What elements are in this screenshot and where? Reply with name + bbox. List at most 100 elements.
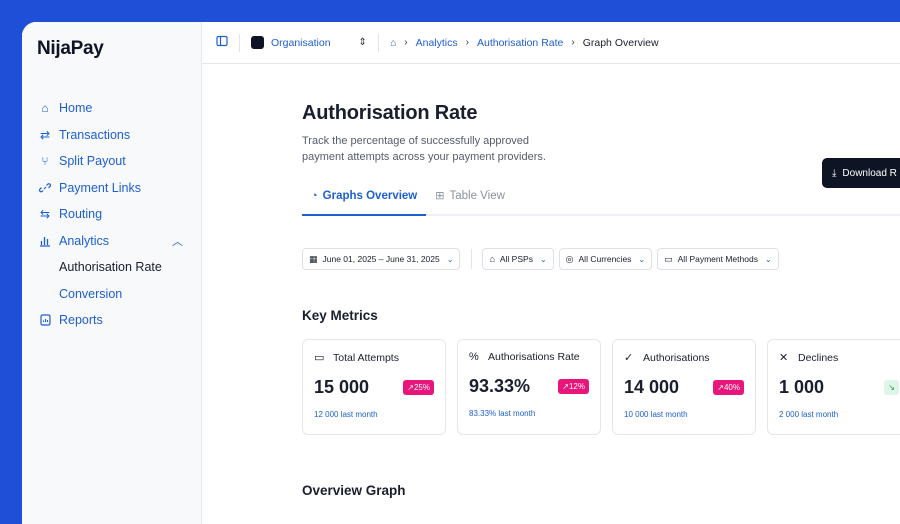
table-icon: ⊞: [435, 190, 445, 202]
org-avatar: [251, 36, 264, 49]
change-badge: ↗25%: [403, 380, 434, 395]
chevron-down-icon: ⌄: [638, 254, 646, 264]
metric-label: Authorisations Rate: [488, 351, 580, 363]
split-icon: ⑂: [41, 154, 49, 169]
bank-icon: ⌂: [489, 254, 495, 264]
report-icon: [37, 314, 53, 326]
metric-cards: ▭ Total Attempts 15 000 ↗25% 12 000 last …: [302, 339, 900, 435]
metric-card-authorisations-rate: % Authorisations Rate 93.33% ↗12% 83.33% …: [457, 339, 601, 435]
change-badge: ↗40%: [713, 380, 744, 395]
chevron-right-icon: ›: [571, 37, 575, 48]
sidebar-item-payment-links[interactable]: Payment Links: [37, 175, 201, 202]
metric-comparison: 2 000 last month: [779, 410, 839, 419]
selector-icon[interactable]: ⇕: [359, 37, 367, 48]
sidebar-item-label: Home: [59, 101, 93, 116]
sidebar-item-home[interactable]: ⌂ Home: [37, 95, 201, 122]
metric-card-total-attempts: ▭ Total Attempts 15 000 ↗25% 12 000 last …: [302, 339, 446, 435]
chevron-down-icon: ⌄: [446, 254, 454, 264]
psp-value: All PSPs: [499, 254, 533, 264]
metric-comparison: 83.33% last month: [469, 409, 536, 418]
metric-value: 1 000: [779, 377, 825, 397]
payment-method-value: All Payment Methods: [677, 254, 758, 264]
chart-bar-icon: [37, 235, 53, 247]
metric-value: 15 000: [314, 377, 370, 397]
metric-comparison: 10 000 last month: [624, 410, 688, 419]
date-range-value: June 01, 2025 – June 31, 2025: [322, 254, 440, 264]
page-title: Authorisation Rate: [302, 102, 478, 124]
top-bar: Organisation ⇕ ⌂ › Analytics › Authorisa…: [202, 22, 900, 64]
sidebar-item-label: Analytics: [59, 233, 110, 248]
link-icon: [37, 182, 53, 194]
sidebar-item-label: Reports: [59, 313, 103, 328]
home-icon[interactable]: ⌂: [390, 37, 396, 49]
sidebar-item-label: Conversion: [59, 286, 123, 301]
logo: NijaPay: [37, 38, 104, 59]
arrows-exchange-icon: ⇄: [39, 127, 51, 142]
payment-method-filter[interactable]: ▭ All Payment Methods ⌄: [657, 248, 779, 270]
sidebar-item-routing[interactable]: ⇆ Routing: [37, 201, 201, 228]
metric-comparison: 12 000 last month: [314, 410, 378, 419]
sidebar-item-transactions[interactable]: ⇄ Transactions: [37, 122, 201, 149]
date-range-filter[interactable]: ▦ June 01, 2025 – June 31, 2025 ⌄: [302, 248, 461, 270]
sidebar-item-authorisation-rate[interactable]: Authorisation Rate: [37, 254, 201, 281]
sidebar-item-label: Authorisation Rate: [59, 260, 162, 275]
filter-bar: ▦ June 01, 2025 – June 31, 2025 ⌄ ⌂ All …: [302, 248, 900, 270]
breadcrumb-analytics[interactable]: Analytics: [416, 37, 458, 49]
check-icon: ✓: [624, 352, 634, 364]
routing-icon: ⇆: [39, 207, 51, 222]
breadcrumb-authorisation-rate[interactable]: Authorisation Rate: [477, 37, 563, 49]
metric-label: Declines: [798, 351, 839, 364]
chevron-down-icon: ⌄: [539, 254, 547, 264]
download-label: Download R: [842, 167, 897, 179]
tab-label: Table View: [449, 189, 505, 202]
tab-label: Graphs Overview: [322, 189, 418, 202]
breadcrumb: ⌂ › Analytics › Authorisation Rate › Gra…: [390, 37, 659, 49]
main-area: Organisation ⇕ ⌂ › Analytics › Authorisa…: [202, 22, 900, 524]
card-icon: ▭: [314, 352, 325, 364]
app-window: NijaPay ⌂ Home ⇄ Transactions ⑂ Split Pa…: [22, 22, 900, 524]
sidebar-item-split-payout[interactable]: ⑂ Split Payout: [37, 148, 201, 175]
divider: [239, 33, 240, 52]
chevron-down-icon: ⌄: [764, 254, 772, 264]
coins-icon: ◎: [565, 253, 574, 264]
psp-filter[interactable]: ⌂ All PSPs ⌄: [482, 248, 554, 270]
chevron-up-icon[interactable]: ︿: [172, 233, 183, 249]
sidebar-item-analytics[interactable]: Analytics ︿: [37, 228, 201, 255]
download-icon: ⤓: [832, 167, 837, 179]
home-icon: ⌂: [41, 101, 49, 116]
metric-card-authorisations: ✓ Authorisations 14 000 ↗40% 10 000 last …: [612, 339, 756, 435]
metric-value: 14 000: [624, 377, 680, 397]
page-description: Track the percentage of successfully app…: [302, 135, 546, 163]
tab-table-view[interactable]: ⊞ Table View: [426, 189, 514, 214]
percent-icon: %: [469, 351, 479, 363]
divider: [377, 33, 379, 52]
org-name[interactable]: Organisation: [271, 37, 331, 49]
metric-label: Total Attempts: [333, 351, 399, 364]
tab-graphs-overview[interactable]: ◔ Graphs Overview: [302, 189, 427, 216]
chevron-right-icon: ›: [465, 37, 469, 48]
calendar-icon: ▦: [309, 253, 318, 264]
breadcrumb-current: Graph Overview: [582, 36, 659, 49]
x-icon: ✕: [779, 352, 789, 364]
sidebar-item-conversion[interactable]: Conversion: [37, 281, 201, 308]
currency-filter[interactable]: ◎ All Currencies ⌄: [558, 248, 653, 270]
currency-value: All Currencies: [578, 254, 632, 264]
metric-label: Authorisations: [643, 351, 710, 364]
sidebar-item-label: Transactions: [59, 127, 131, 142]
sidebar-item-label: Payment Links: [59, 180, 141, 195]
divider: [471, 249, 473, 269]
sidebar-toggle-icon[interactable]: [216, 35, 228, 50]
metric-value: 93.33%: [469, 376, 531, 396]
chevron-right-icon: ›: [404, 37, 408, 48]
sidebar-item-label: Routing: [59, 207, 103, 222]
key-metrics-heading: Key Metrics: [302, 308, 378, 323]
metric-card-declines: ✕ Declines 1 000 ↘ 2 000 last month: [767, 339, 900, 435]
sidebar-item-reports[interactable]: Reports: [37, 307, 201, 334]
tab-bar: ◔ Graphs Overview ⊞ Table View: [302, 189, 900, 216]
download-button[interactable]: ⤓ Download R: [822, 158, 900, 188]
change-badge: ↗12%: [558, 379, 589, 394]
change-badge: ↘: [884, 380, 899, 395]
pie-chart-icon: ◔: [311, 189, 318, 202]
sidebar-item-label: Split Payout: [59, 154, 126, 169]
page-content: Authorisation Rate Track the percentage …: [302, 102, 900, 498]
